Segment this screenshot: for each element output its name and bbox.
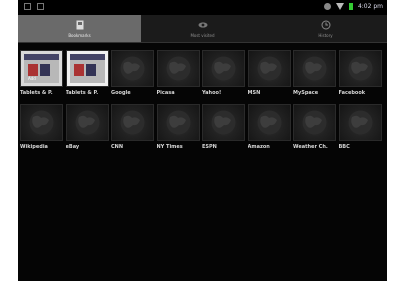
bookmark-label: eBay xyxy=(65,144,80,150)
bookmark-label: Weather Ch. xyxy=(293,144,328,150)
bookmark-thumbnail xyxy=(111,50,154,87)
wifi-icon xyxy=(335,3,344,10)
bookmark-label: CNN xyxy=(111,144,124,150)
tab-history[interactable]: History xyxy=(264,15,387,42)
globe-icon xyxy=(166,110,190,135)
browser-screen: 4:02 pm Bookmarks Most visited History A… xyxy=(18,0,387,281)
bookmark-thumbnail xyxy=(156,50,200,87)
bookmark-item[interactable]: Google xyxy=(111,50,154,96)
status-time: 4:02 pm xyxy=(357,3,383,10)
bookmark-item[interactable]: NY Times xyxy=(156,104,200,150)
bookmark-thumbnail xyxy=(65,104,109,141)
globe-icon xyxy=(166,56,190,81)
bookmark-thumbnail xyxy=(247,104,291,141)
bookmark-label: Wikipedia xyxy=(20,144,48,150)
bookmark-thumbnail xyxy=(156,104,200,141)
bookmark-label: Yahoo! xyxy=(202,90,222,96)
bookmark-thumbnail xyxy=(65,50,109,87)
alarm-icon xyxy=(323,3,331,10)
bookmark-item[interactable]: CNN xyxy=(111,104,154,150)
globe-icon xyxy=(120,56,145,81)
bookmark-label: Google xyxy=(111,90,131,96)
globe-icon xyxy=(29,110,54,135)
bookmark-thumbnail xyxy=(202,50,245,87)
globe-icon xyxy=(211,110,236,135)
bookmark-item[interactable]: MySpace xyxy=(293,50,336,96)
tab-label: Bookmarks xyxy=(68,32,91,38)
globe-icon xyxy=(75,110,99,135)
bookmark-thumbnail xyxy=(293,104,336,141)
bookmark-thumbnail xyxy=(293,50,336,87)
bookmark-label: Tablets & P. xyxy=(65,90,99,96)
bookmark-thumbnail: Add xyxy=(20,50,63,87)
bookmark-label: MySpace xyxy=(293,90,319,96)
tab-bar: Bookmarks Most visited History xyxy=(18,15,387,43)
bookmark-thumbnail xyxy=(338,50,382,87)
clock-icon xyxy=(321,20,330,29)
bookmark-item[interactable]: Yahoo! xyxy=(202,50,245,96)
tab-label: History xyxy=(318,32,333,38)
bookmark-label: Facebook xyxy=(338,90,366,96)
bookmark-item[interactable]: Picasa xyxy=(156,50,200,96)
bookmark-item[interactable]: BBC xyxy=(338,104,382,150)
bookmark-thumbnail xyxy=(20,104,63,141)
globe-icon xyxy=(257,56,281,81)
bookmark-label: ESPN xyxy=(202,144,217,150)
globe-icon xyxy=(120,110,145,135)
bookmark-thumbnail xyxy=(202,104,245,141)
bookmark-label: Amazon xyxy=(247,144,270,150)
bookmark-thumbnail xyxy=(247,50,291,87)
bookmark-item[interactable]: eBay xyxy=(65,104,109,150)
tab-bookmarks[interactable]: Bookmarks xyxy=(18,15,141,42)
bookmark-item[interactable]: Facebook xyxy=(338,50,382,96)
globe-icon xyxy=(302,56,327,81)
bookmark-item[interactable]: Wikipedia xyxy=(20,104,63,150)
bookmark-thumbnail xyxy=(338,104,382,141)
bookmark-grid: Add Tablets & P. Tablets & P. Google Pic… xyxy=(20,50,387,150)
eye-icon xyxy=(198,21,207,28)
tab-label: Most visited xyxy=(190,32,215,38)
globe-icon xyxy=(257,110,281,135)
bookmark-label: BBC xyxy=(338,144,350,150)
usb-icon xyxy=(37,3,44,10)
bookmark-icon xyxy=(76,20,83,29)
globe-icon xyxy=(302,110,327,135)
bookmark-item[interactable]: MSN xyxy=(247,50,291,96)
add-label: Add xyxy=(28,76,36,81)
bookmark-label: Picasa xyxy=(156,90,175,96)
globe-icon xyxy=(211,56,236,81)
bookmark-label: MSN xyxy=(247,90,261,96)
battery-icon xyxy=(348,3,353,10)
bookmark-item[interactable]: Weather Ch. xyxy=(293,104,336,150)
bookmark-item[interactable]: Tablets & P. xyxy=(65,50,109,96)
globe-icon xyxy=(348,56,372,81)
android-icon xyxy=(24,3,31,10)
tab-most-visited[interactable]: Most visited xyxy=(141,15,264,42)
globe-icon xyxy=(348,110,372,135)
bookmark-label: NY Times xyxy=(156,144,183,150)
bookmark-label: Tablets & P. xyxy=(20,90,53,96)
status-bar: 4:02 pm xyxy=(18,0,387,15)
bookmark-item[interactable]: Add Tablets & P. xyxy=(20,50,63,96)
bookmark-item[interactable]: Amazon xyxy=(247,104,291,150)
bookmark-item[interactable]: ESPN xyxy=(202,104,245,150)
bookmark-thumbnail xyxy=(111,104,154,141)
